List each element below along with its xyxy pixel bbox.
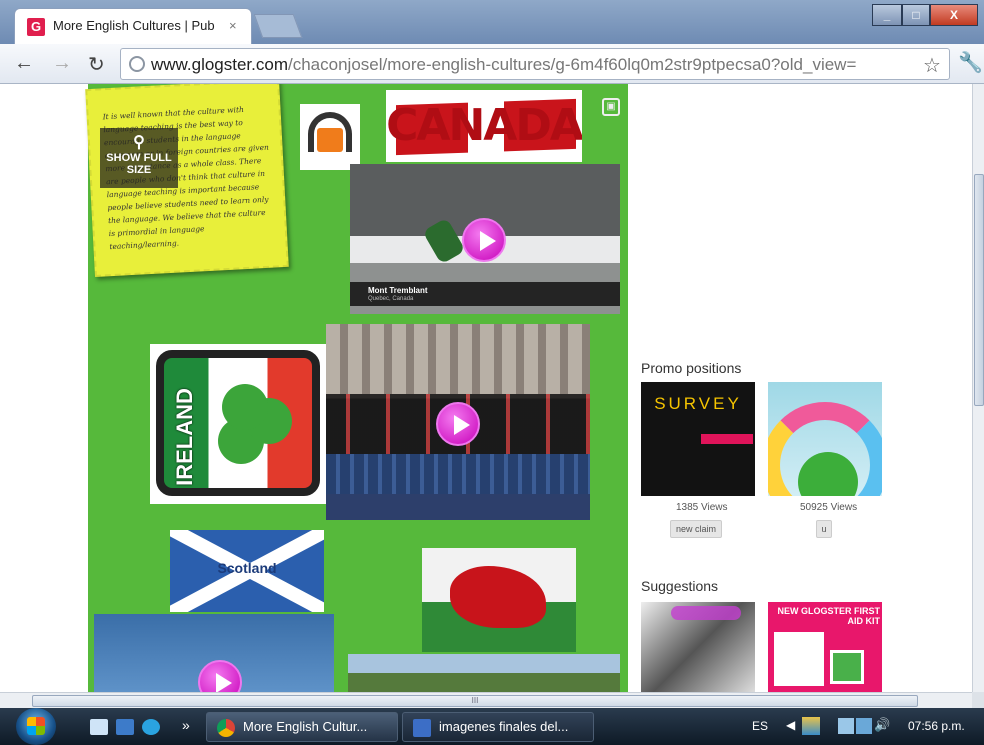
network-warning-icon[interactable] xyxy=(802,717,820,735)
battery-icon[interactable] xyxy=(838,718,854,734)
page-info-icon[interactable] xyxy=(129,56,145,72)
suggestion-first-aid-kit[interactable]: NEW GLOGSTER FIRST AID KIT xyxy=(768,602,882,692)
reload-icon[interactable]: ↻ xyxy=(88,52,105,77)
landscape-image[interactable] xyxy=(348,654,620,692)
scotland-flag-image[interactable]: Scotland xyxy=(170,530,324,612)
promo-heading: Promo positions xyxy=(641,360,742,376)
taskbar-item-word[interactable]: imagenes finales del... xyxy=(402,712,594,742)
vertical-scroll-thumb[interactable] xyxy=(974,174,984,406)
wrench-menu-icon[interactable]: 🔧 xyxy=(958,50,983,75)
horizontal-scrollbar[interactable]: III xyxy=(0,692,972,708)
start-button[interactable] xyxy=(16,708,56,745)
windows-taskbar: » More English Cultur... imagenes finale… xyxy=(0,708,984,745)
bookmark-star-icon[interactable]: ☆ xyxy=(923,53,941,78)
play-button-icon[interactable] xyxy=(462,218,506,262)
network-icon[interactable] xyxy=(856,718,872,734)
promo-item-rainbow[interactable] xyxy=(768,382,882,496)
minimize-button[interactable]: _ xyxy=(872,4,902,26)
promo-views: 1385 Views xyxy=(676,502,728,513)
promo-views: 50925 Views xyxy=(800,502,858,513)
scrollbar-corner xyxy=(972,692,984,708)
magnifier-icon: ⚲ xyxy=(133,134,145,151)
chrome-icon xyxy=(217,719,235,737)
word-document-icon xyxy=(413,719,431,737)
back-arrow-icon[interactable]: ← xyxy=(14,52,34,75)
browser-tab[interactable]: G More English Cultures | Pub × xyxy=(14,8,252,44)
browser-titlebar: G More English Cultures | Pub × _ □ X xyxy=(0,0,984,44)
ireland-flag-image[interactable]: IRELAND xyxy=(150,344,328,504)
horizontal-scroll-thumb[interactable]: III xyxy=(32,695,918,707)
page-viewport: It is well known that the culture with l… xyxy=(0,84,972,692)
url-text[interactable]: www.glogster.com/chaconjosel/more-englis… xyxy=(151,55,921,75)
tab-title: More English Cultures | Pub xyxy=(53,18,215,33)
show-desktop-icon[interactable] xyxy=(90,719,108,735)
video-subcaption: Quebec, Canada xyxy=(368,296,414,302)
browser-toolbar: ← → ↻ www.glogster.com/chaconjosel/more-… xyxy=(0,44,984,84)
show-hidden-icons-icon[interactable]: ◀ xyxy=(786,718,795,732)
suggestions-heading: Suggestions xyxy=(641,578,719,594)
video-bagpipers[interactable] xyxy=(326,324,590,520)
fullscreen-icon[interactable]: ▣ xyxy=(602,98,620,116)
clock[interactable]: 07:56 p.m. xyxy=(908,719,965,733)
switch-windows-icon[interactable] xyxy=(116,719,134,735)
video-caption: Mont Tremblant xyxy=(368,286,428,295)
promo-action-button[interactable]: u xyxy=(816,520,832,538)
forward-arrow-icon[interactable]: → xyxy=(52,52,72,75)
taskbar-item-chrome[interactable]: More English Cultur... xyxy=(206,712,398,742)
play-button-icon[interactable] xyxy=(436,402,480,446)
language-indicator[interactable]: ES xyxy=(752,719,768,733)
window-controls: _ □ X xyxy=(872,4,980,26)
wales-flag-image[interactable] xyxy=(422,548,576,652)
glog-canvas: It is well known that the culture with l… xyxy=(85,84,628,692)
glogster-favicon-icon: G xyxy=(27,18,45,36)
red-dragon-icon xyxy=(450,566,546,628)
internet-explorer-icon[interactable] xyxy=(142,719,160,735)
play-button-icon[interactable] xyxy=(198,660,242,692)
show-full-size-button[interactable]: ⚲ SHOW FULL SIZE xyxy=(100,128,178,188)
new-tab-button[interactable] xyxy=(253,14,303,38)
promo-item-survey[interactable]: SURVEY xyxy=(641,382,755,496)
video-monument[interactable] xyxy=(94,614,334,692)
tab-close-icon[interactable]: × xyxy=(229,18,237,33)
volume-icon[interactable]: 🔊 xyxy=(874,717,890,733)
shamrock-icon xyxy=(222,384,268,430)
new-claim-button[interactable]: new claim xyxy=(670,520,722,538)
quicklaunch-more-icon[interactable]: » xyxy=(182,717,190,733)
skier-figure xyxy=(422,217,466,265)
suggestion-portrait[interactable] xyxy=(641,602,755,692)
windows-logo-icon xyxy=(27,717,45,735)
address-bar[interactable]: www.glogster.com/chaconjosel/more-englis… xyxy=(120,48,950,80)
video-mont-tremblant[interactable]: Mont Tremblant Quebec, Canada xyxy=(350,164,620,314)
close-window-button[interactable]: X xyxy=(930,4,978,26)
vertical-scrollbar[interactable] xyxy=(972,84,984,692)
rss-icon xyxy=(317,128,343,152)
canada-banner-image[interactable]: CANADA xyxy=(386,90,582,162)
maximize-button[interactable]: □ xyxy=(902,4,930,26)
system-tray: ES ◀ 🔊 07:56 p.m. xyxy=(738,708,984,745)
podcast-headphones-image[interactable] xyxy=(300,104,360,170)
